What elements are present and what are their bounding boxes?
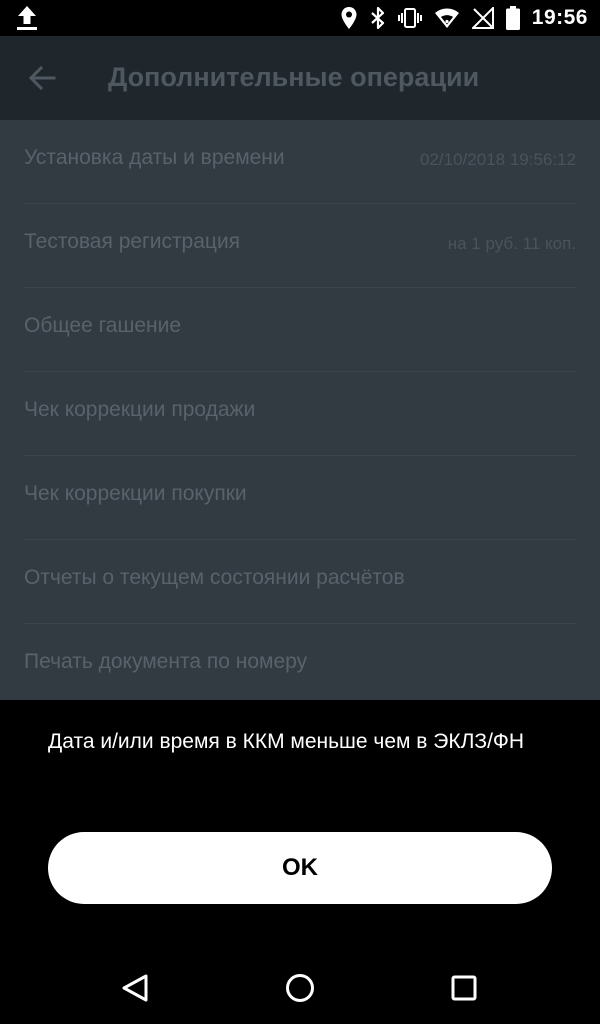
location-icon [341,7,357,29]
bluetooth-icon [371,6,384,30]
upload-icon [14,4,40,32]
back-button[interactable] [20,56,64,100]
list-item-label: Чек коррекции продажи [24,398,256,421]
wifi-icon [434,8,459,28]
arrow-left-icon [28,65,56,91]
nav-back-icon [122,974,148,1002]
nav-recents-button[interactable] [444,968,484,1008]
alert-dialog: Дата и/или время в ККМ меньше чем в ЭКЛЗ… [0,700,600,950]
list-item-status-reports[interactable]: Отчеты о текущем состоянии расчётов [24,540,576,624]
status-icons: 19:56 [340,0,588,36]
list-item-sale-correction[interactable]: Чек коррекции продажи [24,372,576,456]
app-bar: Дополнительные операции [0,36,600,120]
ok-button[interactable]: OK [48,832,552,904]
navigation-bar [0,950,600,1024]
nav-home-button[interactable] [280,968,320,1008]
page-title: Дополнительные операции [108,62,480,92]
operations-list: Установка даты и времени 02/10/2018 19:5… [0,120,600,700]
dialog-message: Дата и/или время в ККМ меньше чем в ЭКЛЗ… [48,730,525,753]
list-item-label: Отчеты о текущем состоянии расчётов [24,566,405,589]
list-item-label: Чек коррекции покупки [24,482,247,505]
list-item-purchase-correction[interactable]: Чек коррекции покупки [24,456,576,540]
list-item-value: 02/10/2018 19:56:12 [420,150,576,169]
nav-back-button[interactable] [116,968,156,1008]
screen: 19:56 Дополнительные операции Установка … [0,0,600,1024]
list-item-general-clearing[interactable]: Общее гашение [24,288,576,372]
list-item-label: Установка даты и времени [24,146,285,169]
list-item-set-datetime[interactable]: Установка даты и времени 02/10/2018 19:5… [24,120,576,204]
list-item-label: Тестовая регистрация [24,230,241,253]
status-bar: 19:56 [0,0,600,36]
status-time: 19:56 [531,6,588,29]
nav-recents-icon [451,975,477,1001]
battery-icon [505,6,520,30]
list-item-print-document[interactable]: Печать документа по номеру [24,624,576,707]
list-item-value: на 1 руб. 11 коп. [447,234,576,253]
vibrate-icon [397,8,422,28]
list-item-test-registration[interactable]: Тестовая регистрация на 1 руб. 11 коп. [24,204,576,288]
list-item-label: Общее гашение [24,314,182,337]
list-item-label: Печать документа по номеру [24,650,308,673]
no-signal-icon [471,7,494,29]
nav-home-icon [286,974,314,1002]
